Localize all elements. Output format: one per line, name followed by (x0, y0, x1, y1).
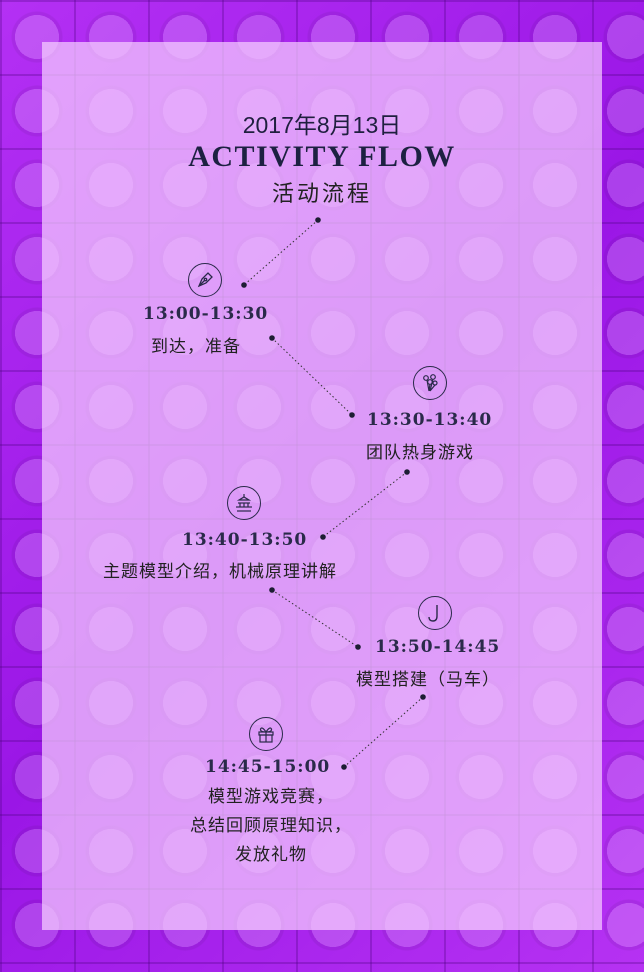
schedule-time-2: 13:30-13:40 (367, 410, 493, 430)
schedule-desc-5-line-3: 发放礼物 (235, 845, 307, 865)
schedule-desc-5: 模型游戏竞赛， 总结回顾原理知识， 发放礼物 (121, 783, 421, 870)
hook-icon (418, 596, 452, 630)
schedule-desc-5-line-1: 模型游戏竞赛， (208, 787, 334, 807)
page-title: ACTIVITY FLOW (188, 140, 456, 173)
flowers-icon (413, 366, 447, 400)
tower-icon (227, 486, 261, 520)
schedule-desc-3: 主题模型介绍，机械原理讲解 (103, 562, 337, 582)
schedule-time-1: 13:00-13:30 (143, 304, 269, 324)
page-subtitle: 活动流程 (271, 182, 372, 207)
schedule-time-3: 13:40-13:50 (182, 530, 308, 550)
schedule-time-4: 13:50-14:45 (375, 637, 501, 657)
schedule-desc-1: 到达，准备 (151, 337, 241, 357)
schedule-time-5: 14:45-15:00 (205, 757, 331, 777)
schedule-desc-5-line-2: 总结回顾原理知识， (190, 816, 352, 836)
pen-nib-icon (188, 263, 222, 297)
gift-icon (249, 717, 283, 751)
event-date: 2017年8月13日 (242, 112, 402, 138)
schedule-desc-2: 团队热身游戏 (366, 443, 474, 463)
schedule-desc-4: 模型搭建（马车） (356, 670, 500, 690)
